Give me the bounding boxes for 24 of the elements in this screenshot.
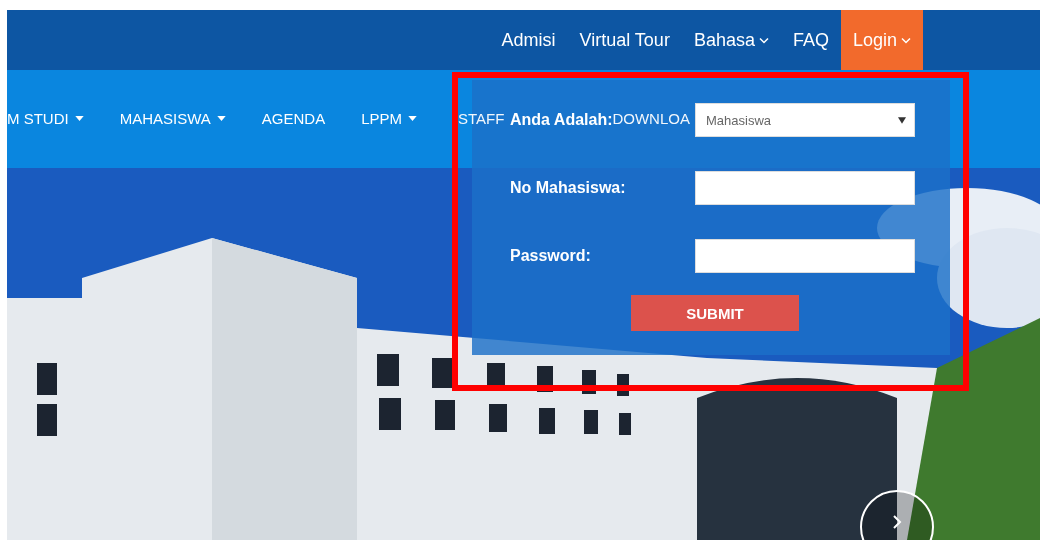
- password-field[interactable]: [695, 239, 915, 273]
- top-nav-link[interactable]: FAQ: [780, 10, 841, 70]
- dropdown-arrow-icon: [898, 116, 906, 124]
- caret-icon: [758, 36, 769, 44]
- chevron-right-icon: [891, 514, 903, 530]
- role-select[interactable]: Mahasiswa: [695, 103, 915, 137]
- nav-link[interactable]: M STUDI: [7, 108, 84, 128]
- input-field[interactable]: [695, 171, 915, 205]
- submit-button[interactable]: SUBMIT: [631, 295, 799, 331]
- nav-link[interactable]: AGENDA: [261, 108, 326, 128]
- field-label: Password:: [510, 247, 591, 265]
- field-label: No Mahasiswa:: [510, 179, 626, 197]
- top-nav-link[interactable]: Bahasa: [681, 10, 781, 70]
- nav-link[interactable]: LPPM: [361, 108, 417, 128]
- caret-icon: [901, 36, 911, 44]
- top-nav-link[interactable]: Admisi: [489, 10, 568, 70]
- top-nav-link[interactable]: Login: [840, 10, 923, 70]
- caret-icon: [74, 115, 84, 121]
- top-nav-link[interactable]: Virtual Tour: [567, 10, 682, 70]
- nav-link[interactable]: MAHASISWA: [119, 108, 226, 128]
- nav-link[interactable]: DOWNLOA: [612, 108, 690, 128]
- caret-icon: [408, 115, 417, 121]
- caret-icon: [216, 115, 226, 121]
- field-label: Anda Adalah:: [510, 111, 613, 129]
